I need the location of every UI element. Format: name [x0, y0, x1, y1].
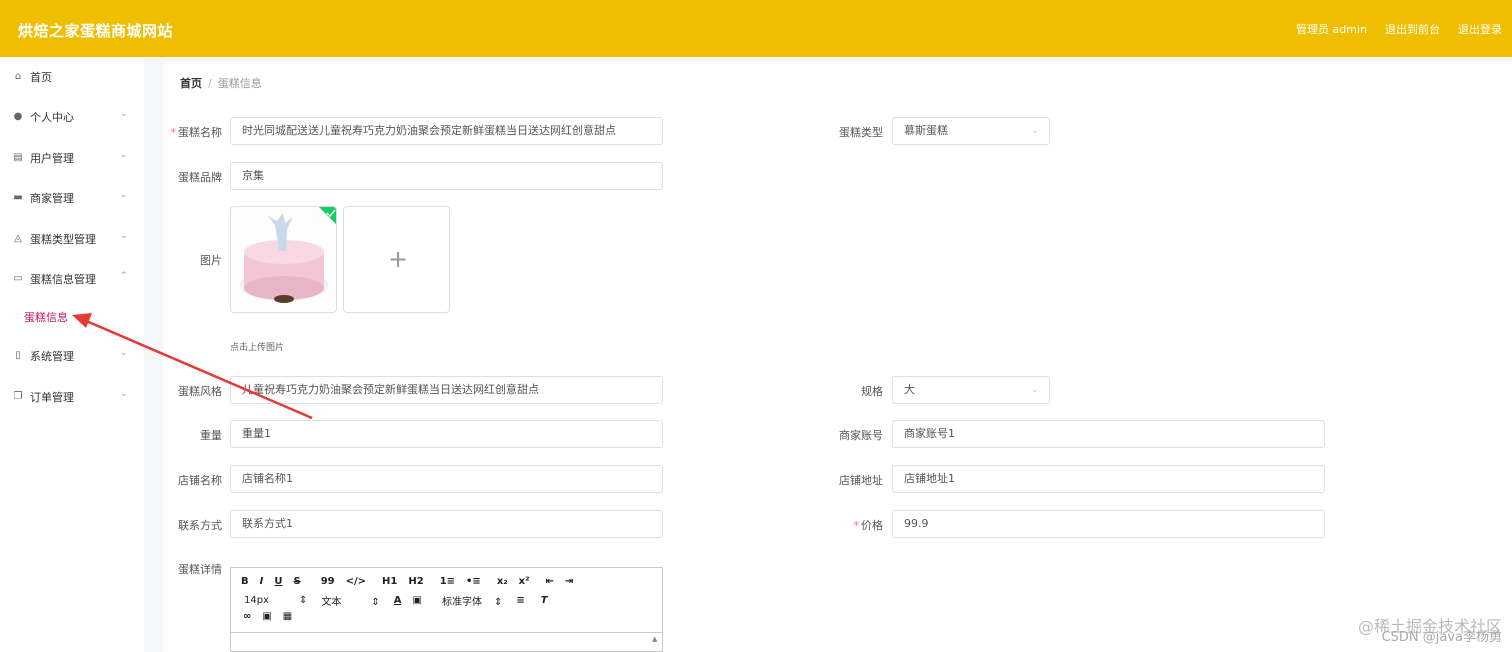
watermark-csdn: CSDN @java李杨勇 [1381, 630, 1502, 645]
annotation-arrow [72, 313, 313, 420]
